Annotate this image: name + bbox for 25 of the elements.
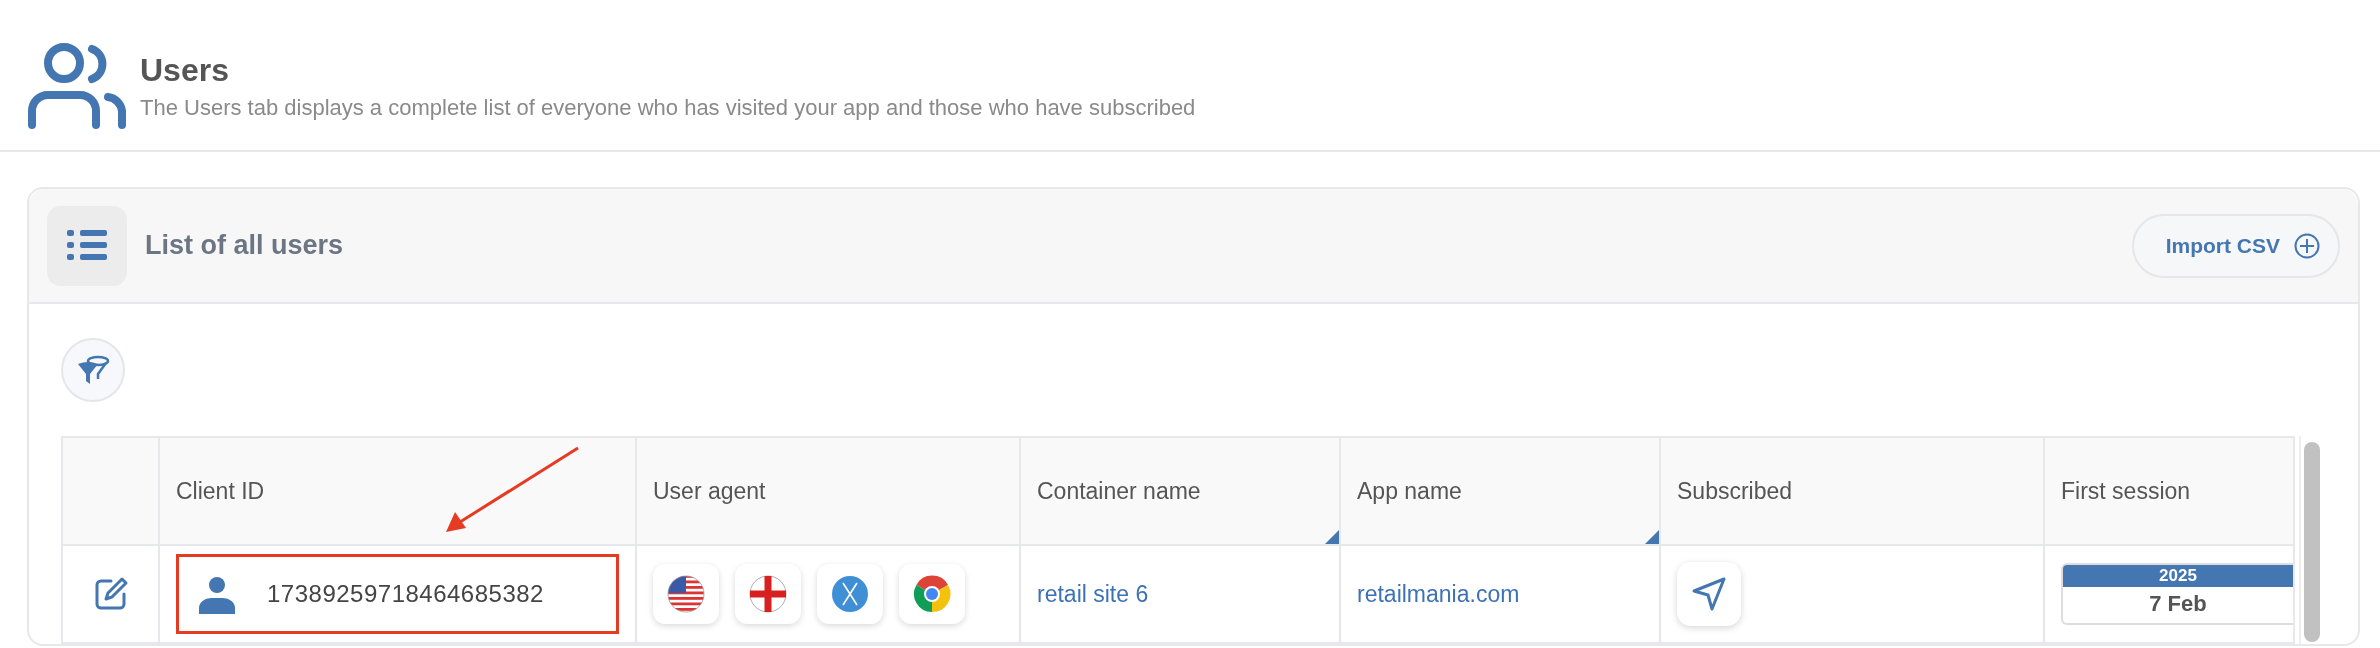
page-title: Users	[140, 51, 230, 89]
card-title: List of all users	[145, 230, 345, 261]
import-csv-button[interactable]: Import CSV	[2131, 213, 2340, 278]
send-button[interactable]	[1677, 562, 1741, 626]
page-subtitle: The Users tab displays a complete list of everyone who has visited your app and those who have subscribed	[140, 94, 1196, 121]
app-link[interactable]: retailmania.com	[1357, 580, 1520, 608]
date-day: 7 Feb	[2149, 591, 2207, 617]
scrollbar-thumb[interactable]	[2304, 442, 2320, 642]
filter-icon	[76, 354, 110, 386]
column-title: User agent	[653, 477, 766, 505]
users-icon	[26, 41, 128, 131]
person-icon	[197, 574, 237, 614]
column-title: Subscribed	[1677, 477, 1793, 505]
list-icon	[67, 229, 107, 262]
column-title: Container name	[1037, 477, 1201, 505]
client-id: 17389259718464685382	[267, 580, 544, 608]
plus-circle-icon	[2294, 232, 2320, 259]
column-title: Client ID	[176, 477, 265, 505]
corner-marker-icon	[1645, 530, 1659, 544]
container-link[interactable]: retail site 6	[1037, 580, 1149, 608]
date-year: 2025	[2063, 565, 2293, 587]
column-title: First session	[2061, 477, 2191, 505]
column-title: App name	[1357, 477, 1462, 505]
corner-marker-icon	[1325, 530, 1339, 544]
send-icon	[1691, 576, 1727, 612]
